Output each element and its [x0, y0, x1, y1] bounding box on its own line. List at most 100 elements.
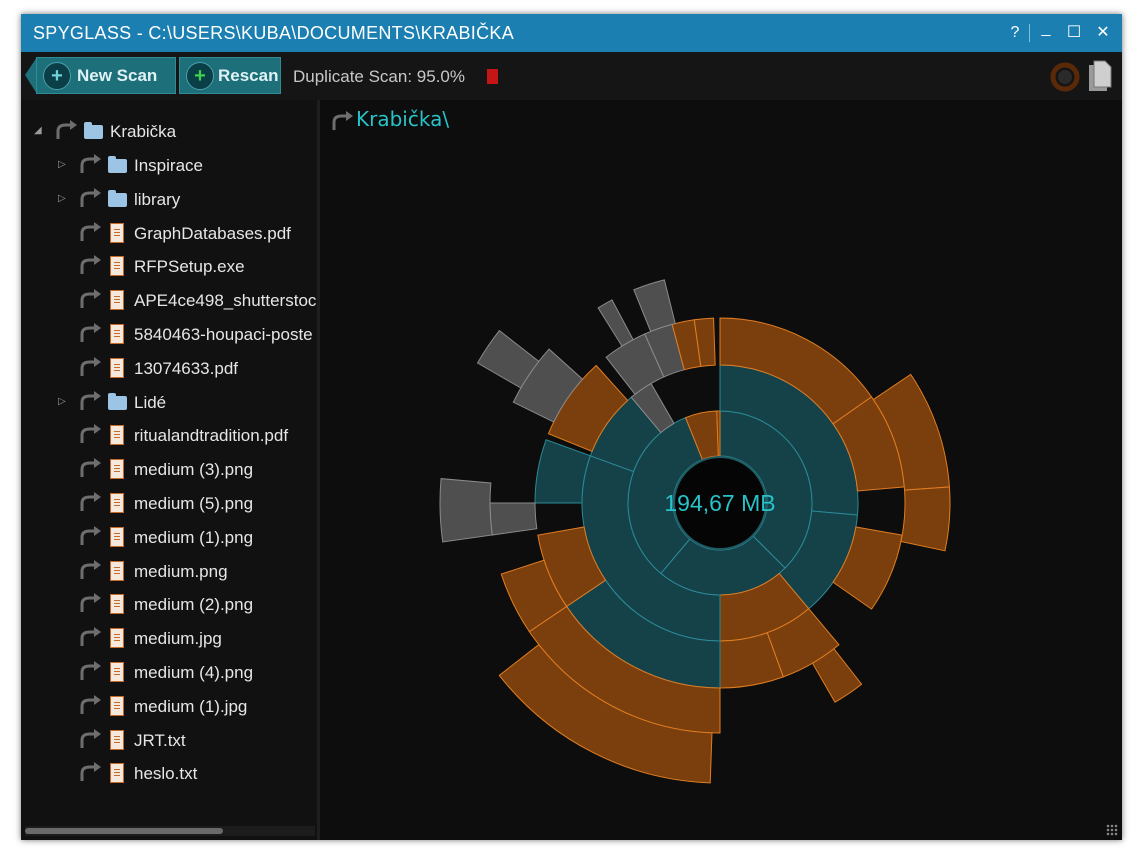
tree-item-label: 5840463-houpaci-poste: [134, 325, 313, 344]
expand-icon[interactable]: ▷: [58, 159, 66, 170]
tree-item-label: Inspirace: [134, 156, 203, 175]
sunburst-panel: Krabička\ 194,67 MB: [320, 100, 1122, 840]
file-icon: [110, 729, 124, 750]
tree-file-item[interactable]: medium (1).jpg: [21, 692, 317, 722]
scan-status: Duplicate Scan: 95.0%: [293, 67, 465, 86]
tree-file-item[interactable]: RFPSetup.exe: [21, 252, 317, 282]
tree-root-label: Krabička: [110, 122, 177, 141]
sunburst-chart[interactable]: 194,67 MB: [320, 100, 1122, 840]
navigate-arrow-icon[interactable]: [78, 457, 102, 479]
folder-icon: [108, 189, 127, 207]
navigate-arrow-icon[interactable]: [78, 491, 102, 513]
file-icon: [110, 290, 124, 311]
title-bar[interactable]: SPYGLASS - C:\USERS\KUBA\DOCUMENTS\KRABI…: [21, 14, 1122, 52]
navigate-arrow-icon[interactable]: [78, 356, 102, 378]
navigate-arrow-icon[interactable]: [78, 761, 102, 783]
file-icon: [110, 222, 124, 243]
resize-grip[interactable]: [1106, 824, 1118, 836]
tree-item-label: GraphDatabases.pdf: [134, 223, 291, 243]
navigate-arrow-icon[interactable]: [78, 221, 102, 243]
tree-file-item[interactable]: JRT.txt: [21, 726, 317, 756]
tree-horizontal-scrollbar[interactable]: [25, 826, 315, 836]
file-tree[interactable]: ◢ Krabička ▷ Inspirace ▷ library GraphDataba…: [21, 100, 317, 840]
file-icon: [110, 459, 124, 480]
navigate-arrow-icon[interactable]: [78, 559, 102, 581]
tree-file-item[interactable]: medium (2).png: [21, 590, 317, 620]
tree-folder-item[interactable]: ▷ Lidé: [21, 388, 317, 418]
scrollbar-thumb[interactable]: [25, 828, 223, 834]
file-icon: [110, 526, 124, 547]
navigate-arrow-icon[interactable]: [78, 660, 102, 682]
tree-item-label: medium (3).png: [134, 460, 254, 480]
navigate-arrow-icon[interactable]: [54, 119, 78, 141]
folder-icon: [84, 122, 103, 139]
navigate-arrow-icon[interactable]: [78, 626, 102, 648]
tree-file-item[interactable]: medium.png: [21, 557, 317, 587]
expand-icon[interactable]: ▷: [58, 193, 66, 204]
navigate-arrow-icon[interactable]: [78, 153, 102, 175]
navigate-arrow-icon[interactable]: [78, 423, 102, 445]
minimize-button[interactable]: _: [1036, 19, 1056, 39]
tree-file-item[interactable]: ritualandtradition.pdf: [21, 421, 317, 451]
tree-folder-item[interactable]: ▷ Inspirace: [21, 151, 317, 181]
tree-file-item[interactable]: medium (1).png: [21, 523, 317, 553]
tree-folder-item[interactable]: ▷ library: [21, 185, 317, 215]
duplicate-files-icon[interactable]: [1085, 59, 1115, 93]
tree-item-label: medium (2).png: [134, 595, 254, 615]
maximize-button[interactable]: ☐: [1064, 23, 1084, 43]
close-button[interactable]: ✕: [1093, 23, 1113, 43]
file-icon: [110, 425, 124, 446]
tree-item-label: RFPSetup.exe: [134, 257, 245, 277]
collapse-icon[interactable]: ◢: [34, 125, 42, 136]
navigate-arrow-icon[interactable]: [78, 187, 102, 209]
sunburst-segment[interactable]: [597, 299, 634, 347]
tree-item-label: medium (4).png: [134, 663, 254, 682]
tree-item-label: medium.jpg: [134, 629, 222, 649]
rescan-button[interactable]: + Rescan: [179, 57, 281, 94]
window-title: SPYGLASS - C:\USERS\KUBA\DOCUMENTS\KRABI…: [33, 23, 515, 43]
tree-file-item[interactable]: medium (4).png: [21, 658, 317, 688]
tree-item-label: medium (1).jpg: [134, 696, 248, 716]
navigate-arrow-icon[interactable]: [78, 322, 102, 344]
expand-icon[interactable]: ▷: [58, 396, 66, 407]
file-icon: [110, 493, 124, 513]
navigate-arrow-icon[interactable]: [78, 254, 102, 276]
stop-scan-icon[interactable]: [487, 69, 498, 84]
tree-root[interactable]: ◢ Krabička: [21, 117, 317, 147]
tree-item-label: heslo.txt: [134, 764, 198, 784]
new-scan-button[interactable]: + New Scan: [36, 57, 176, 94]
file-icon: [110, 695, 124, 716]
sunburst-segment[interactable]: [633, 279, 676, 333]
tree-item-label: 13074633.pdf: [134, 358, 238, 378]
navigate-arrow-icon[interactable]: [78, 592, 102, 614]
navigate-arrow-icon[interactable]: [78, 525, 102, 547]
tree-file-item[interactable]: medium (3).png: [21, 455, 317, 485]
tree-item-label: medium (5).png: [134, 494, 254, 513]
sunburst-segment[interactable]: [489, 502, 538, 536]
folder-icon: [108, 392, 127, 410]
help-button[interactable]: ?: [1005, 23, 1025, 43]
tree-file-item[interactable]: GraphDatabases.pdf: [21, 219, 317, 249]
navigate-arrow-icon[interactable]: [78, 288, 102, 310]
file-icon: [110, 324, 124, 344]
tree-item-label: medium (1).png: [134, 527, 254, 547]
app-window: SPYGLASS - C:\USERS\KUBA\DOCUMENTS\KRABI…: [21, 14, 1122, 840]
file-icon: [110, 357, 124, 378]
tree-file-item[interactable]: APE4ce498_shutterstock: [21, 286, 317, 316]
navigate-arrow-icon[interactable]: [78, 390, 102, 412]
tree-file-item[interactable]: heslo.txt: [21, 759, 317, 789]
file-icon: [110, 594, 124, 615]
navigate-arrow-icon[interactable]: [78, 728, 102, 750]
sunburst-segment[interactable]: [534, 439, 591, 504]
tree-file-item[interactable]: 13074633.pdf: [21, 354, 317, 384]
tree-file-item[interactable]: medium.jpg: [21, 624, 317, 654]
progress-ring-icon: [1050, 62, 1080, 92]
navigate-arrow-icon[interactable]: [78, 694, 102, 716]
tree-file-item[interactable]: medium (5).png: [21, 489, 317, 519]
rescan-label: Rescan: [218, 66, 279, 85]
sunburst-segment[interactable]: [439, 478, 493, 543]
tree-file-item[interactable]: 5840463-houpaci-poste: [21, 320, 317, 350]
toolbar: + New Scan + Rescan Duplicate Scan: 95.0…: [21, 52, 1122, 101]
sunburst-segment[interactable]: [900, 486, 951, 552]
total-size-label: 194,67 MB: [664, 490, 775, 516]
